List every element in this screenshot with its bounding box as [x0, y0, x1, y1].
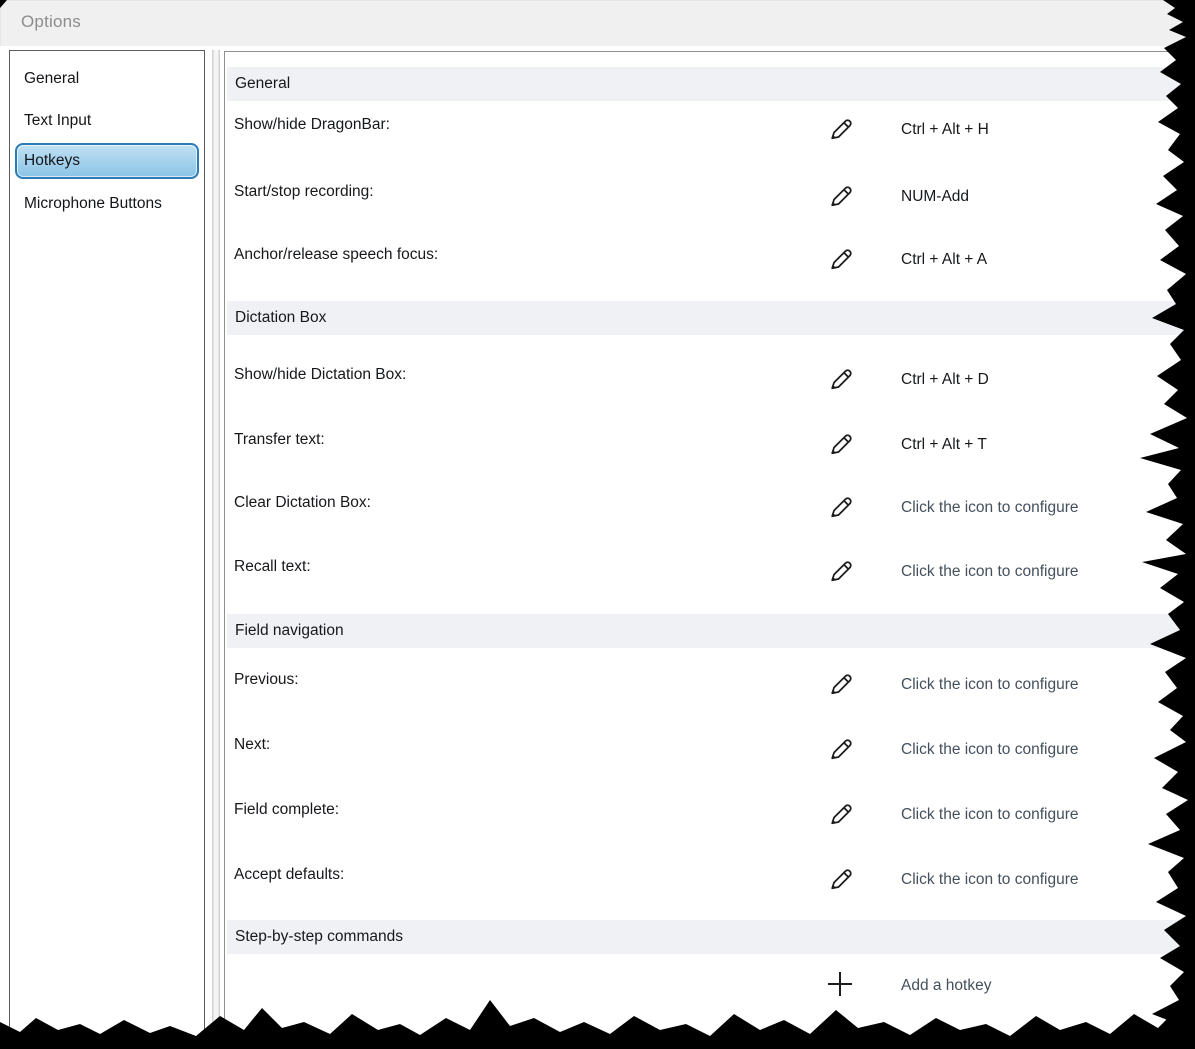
hotkey-label: Accept defaults: — [234, 866, 344, 884]
titlebar: Options — [0, 0, 1195, 46]
section-title: Field navigation — [235, 622, 344, 640]
hotkey-value: Click the icon to configure — [901, 499, 1078, 517]
section-title: Step-by-step commands — [235, 928, 403, 946]
window-title: Options — [21, 12, 81, 32]
hotkeys-panel: General Show/hide DragonBar: Ctrl + Alt … — [224, 51, 1195, 1049]
edit-hotkey-button[interactable] — [823, 112, 857, 146]
hotkey-value: Click the icon to configure — [901, 741, 1078, 759]
pencil-icon — [827, 866, 854, 893]
pencil-icon — [827, 431, 854, 458]
hotkey-row: Accept defaults: Click the icon to confi… — [225, 850, 1195, 915]
hotkey-row: Show/hide DragonBar: Ctrl + Alt + H — [225, 100, 1195, 165]
hotkey-value: Ctrl + Alt + H — [901, 121, 989, 139]
pencil-icon — [827, 183, 854, 210]
hotkey-value: NUM-Add — [901, 188, 969, 206]
hotkey-row: Show/hide Dictation Box: Ctrl + Alt + D — [225, 350, 1195, 415]
section-header-dictation-box: Dictation Box — [227, 301, 1195, 335]
hotkey-row: Recall text: Click the icon to configure — [225, 542, 1195, 607]
hotkey-row: Start/stop recording: NUM-Add — [225, 167, 1195, 232]
hotkey-value: Click the icon to configure — [901, 871, 1078, 889]
splitter-handle[interactable] — [212, 50, 220, 1049]
section-title: Dictation Box — [235, 309, 326, 327]
hotkey-value: Click the icon to configure — [901, 676, 1078, 694]
pencil-icon — [827, 246, 854, 273]
hotkey-label: Anchor/release speech focus: — [234, 246, 438, 264]
sidebar-nav: General Text Input Hotkeys Microphone Bu… — [9, 50, 205, 1049]
pencil-icon — [827, 736, 854, 763]
sidebar-item-general[interactable]: General — [15, 61, 199, 97]
hotkey-value: Click the icon to configure — [901, 806, 1078, 824]
edit-hotkey-button[interactable] — [823, 362, 857, 396]
hotkey-label: Show/hide DragonBar: — [234, 116, 390, 134]
hotkey-row: Field complete: Click the icon to config… — [225, 785, 1195, 850]
edit-hotkey-button[interactable] — [823, 667, 857, 701]
pencil-icon — [827, 801, 854, 828]
hotkey-value: Ctrl + Alt + A — [901, 251, 987, 269]
add-hotkey-button[interactable] — [823, 967, 857, 1001]
plus-icon — [825, 969, 855, 999]
sidebar-item-microphone-buttons[interactable]: Microphone Buttons — [15, 186, 199, 222]
hotkey-label: Field complete: — [234, 801, 339, 819]
edit-hotkey-button[interactable] — [823, 242, 857, 276]
hotkey-row: Transfer text: Ctrl + Alt + T — [225, 415, 1195, 480]
edit-hotkey-button[interactable] — [823, 490, 857, 524]
pencil-icon — [827, 116, 854, 143]
hotkey-label: Start/stop recording: — [234, 183, 374, 201]
pencil-icon — [827, 366, 854, 393]
pencil-icon — [827, 558, 854, 585]
pencil-icon — [827, 494, 854, 521]
hotkey-label: Next: — [234, 736, 270, 754]
hotkey-value: Ctrl + Alt + D — [901, 371, 989, 389]
hotkey-label: Recall text: — [234, 558, 311, 576]
hotkey-label: Previous: — [234, 671, 299, 689]
hotkey-row: Next: Click the icon to configure — [225, 720, 1195, 785]
section-title: General — [235, 75, 290, 93]
hotkey-label: Clear Dictation Box: — [234, 494, 371, 512]
section-header-field-navigation: Field navigation — [227, 614, 1195, 648]
hotkey-row: Previous: Click the icon to configure — [225, 655, 1195, 720]
add-hotkey-row: Add a hotkey — [225, 962, 1195, 1027]
add-hotkey-label: Add a hotkey — [901, 977, 991, 995]
edit-hotkey-button[interactable] — [823, 732, 857, 766]
hotkey-value: Click the icon to configure — [901, 563, 1078, 581]
pencil-icon — [827, 671, 854, 698]
sidebar-item-hotkeys[interactable]: Hotkeys — [15, 143, 199, 179]
edit-hotkey-button[interactable] — [823, 554, 857, 588]
section-header-general: General — [227, 67, 1195, 101]
section-header-step-by-step-commands: Step-by-step commands — [227, 920, 1195, 954]
sidebar-item-text-input[interactable]: Text Input — [15, 103, 199, 139]
edit-hotkey-button[interactable] — [823, 797, 857, 831]
options-window: Options General Text Input Hotkeys Micro… — [0, 0, 1195, 1049]
edit-hotkey-button[interactable] — [823, 179, 857, 213]
hotkey-label: Show/hide Dictation Box: — [234, 366, 406, 384]
hotkey-row: Anchor/release speech focus: Ctrl + Alt … — [225, 230, 1195, 295]
hotkey-value: Ctrl + Alt + T — [901, 436, 987, 454]
hotkey-row: Clear Dictation Box: Click the icon to c… — [225, 478, 1195, 543]
edit-hotkey-button[interactable] — [823, 427, 857, 461]
hotkey-label: Transfer text: — [234, 431, 325, 449]
edit-hotkey-button[interactable] — [823, 862, 857, 896]
